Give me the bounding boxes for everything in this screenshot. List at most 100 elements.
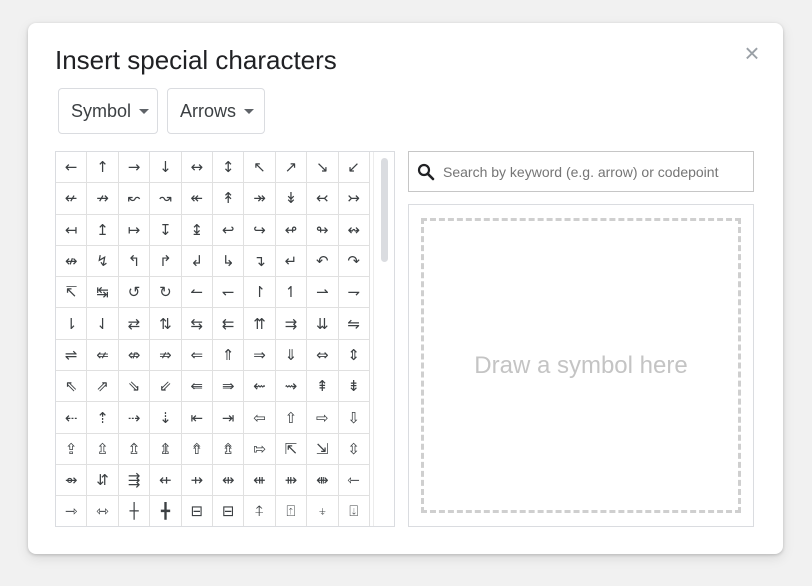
symbol-cell[interactable]: ⇔ <box>307 339 339 372</box>
symbol-cell[interactable]: ⇶ <box>118 464 151 497</box>
symbol-cell[interactable]: ⇂ <box>56 308 88 340</box>
draw-canvas[interactable]: Draw a symbol here <box>421 218 741 513</box>
symbol-cell[interactable]: ⇏ <box>150 339 182 372</box>
symbol-cell[interactable]: ⍏ <box>244 496 276 526</box>
symbol-cell[interactable]: ⇠ <box>56 402 88 434</box>
symbol-cell[interactable]: ⇙ <box>150 371 182 403</box>
symbol-cell[interactable]: ↣ <box>338 183 370 215</box>
symbol-cell[interactable]: ⇗ <box>87 371 119 403</box>
symbol-cell[interactable]: ↲ <box>181 245 213 278</box>
symbol-cell[interactable]: ⇈ <box>244 308 276 340</box>
symbol-cell[interactable]: ⇼ <box>307 464 339 497</box>
symbol-cell[interactable]: ⇹ <box>212 464 245 497</box>
symbol-cell[interactable]: ⇱ <box>275 433 308 465</box>
symbol-cell[interactable]: ↮ <box>56 245 88 278</box>
symbol-cell[interactable]: ↼ <box>181 277 213 309</box>
symbol-cell[interactable]: ⇐ <box>181 339 213 372</box>
symbol-cell[interactable]: ⇃ <box>87 308 119 340</box>
symbol-cell[interactable]: ↶ <box>307 245 339 278</box>
symbol-cell[interactable]: ⇫ <box>87 433 119 465</box>
symbol-cell[interactable]: ↤ <box>56 214 88 246</box>
symbol-cell[interactable]: ↾ <box>244 277 276 309</box>
symbol-cell[interactable]: ⇍ <box>87 339 119 372</box>
search-box[interactable] <box>408 151 754 192</box>
symbol-cell[interactable]: ┼ <box>119 496 151 526</box>
symbol-cell[interactable]: ⊟ <box>213 496 245 526</box>
symbol-cell[interactable]: ⇕ <box>338 339 370 372</box>
symbol-cell[interactable]: ⇰ <box>244 433 276 465</box>
subcategory-dropdown[interactable]: Arrows <box>167 88 265 134</box>
symbol-cell[interactable]: ⇪ <box>56 433 88 465</box>
symbol-cell[interactable]: ↖ <box>244 152 276 184</box>
symbol-cell[interactable]: ⇢ <box>118 402 151 434</box>
symbol-cell[interactable]: ⇌ <box>56 339 88 372</box>
symbol-cell[interactable]: ⇛ <box>212 371 245 403</box>
symbol-cell[interactable]: ↭ <box>338 214 370 246</box>
symbol-cell[interactable]: ↹ <box>87 277 119 309</box>
symbol-cell[interactable]: ↚ <box>56 183 88 215</box>
symbol-cell[interactable]: ⇊ <box>307 308 339 340</box>
symbol-cell[interactable]: ⇩ <box>338 402 370 434</box>
symbol-cell[interactable]: → <box>118 152 151 184</box>
symbol-cell[interactable]: ⇋ <box>338 308 370 340</box>
symbol-cell[interactable]: ↸ <box>56 277 88 309</box>
symbol-cell[interactable]: ↽ <box>212 277 245 309</box>
symbol-cell[interactable]: ↪ <box>244 214 276 246</box>
symbol-cell[interactable]: ⇬ <box>118 433 151 465</box>
symbol-cell[interactable]: ↫ <box>275 214 308 246</box>
symbol-cell[interactable]: ↷ <box>338 245 370 278</box>
symbol-cell[interactable]: ⇚ <box>181 371 213 403</box>
symbol-cell[interactable]: ↻ <box>150 277 182 309</box>
symbol-cell[interactable]: ↟ <box>212 183 245 215</box>
symbol-cell[interactable]: ⊟ <box>182 496 213 526</box>
symbol-cell[interactable]: ⇄ <box>118 308 151 340</box>
symbol-cell[interactable]: ⍖ <box>307 496 339 526</box>
symbol-cell[interactable]: ⇀ <box>307 277 339 309</box>
symbol-cell[interactable]: ⇵ <box>87 464 119 497</box>
symbol-cell[interactable]: ⇽ <box>338 464 370 497</box>
symbol-cell[interactable]: ⇇ <box>212 308 245 340</box>
symbol-cell[interactable]: ⇎ <box>118 339 151 372</box>
symbol-cell[interactable]: ⇜ <box>244 371 276 403</box>
symbol-cell[interactable]: ⇣ <box>150 402 182 434</box>
symbol-cell[interactable]: ⇞ <box>307 371 339 403</box>
symbol-cell[interactable]: ↨ <box>181 214 213 246</box>
symbol-cell[interactable]: ↯ <box>87 245 119 278</box>
symbol-cell[interactable]: ↺ <box>118 277 151 309</box>
symbol-cell[interactable]: ↙ <box>338 152 370 184</box>
scrollbar-thumb[interactable] <box>381 158 388 262</box>
symbol-cell[interactable]: ⇲ <box>307 433 339 465</box>
symbol-cell[interactable]: ⇸ <box>181 464 213 497</box>
symbol-cell[interactable]: ⇷ <box>150 464 182 497</box>
symbol-cell[interactable]: ↿ <box>275 277 308 309</box>
symbol-cell[interactable]: ↠ <box>244 183 276 215</box>
symbol-cell[interactable]: ↑ <box>87 152 119 184</box>
symbol-cell[interactable]: ↘ <box>307 152 339 184</box>
symbol-cell[interactable]: ⇾ <box>56 496 88 526</box>
symbol-cell[interactable]: ⇟ <box>338 371 370 403</box>
symbol-cell[interactable]: ⇝ <box>275 371 308 403</box>
symbol-grid-scrollbar[interactable] <box>373 152 394 526</box>
symbol-cell[interactable]: ⇖ <box>56 371 88 403</box>
symbol-cell[interactable]: ╋ <box>150 496 182 526</box>
category-dropdown[interactable]: Symbol <box>58 88 158 134</box>
symbol-cell[interactable]: ↱ <box>150 245 182 278</box>
symbol-cell[interactable]: ↝ <box>150 183 182 215</box>
symbol-cell[interactable]: ⇓ <box>275 339 308 372</box>
symbol-cell[interactable]: ⇁ <box>338 277 370 309</box>
symbol-cell[interactable]: ↵ <box>275 245 308 278</box>
symbol-cell[interactable]: ↛ <box>87 183 119 215</box>
symbol-cell[interactable]: ↰ <box>118 245 151 278</box>
symbol-cell[interactable]: ⇺ <box>244 464 276 497</box>
symbol-cell[interactable]: ↢ <box>307 183 339 215</box>
symbol-cell[interactable]: ⇻ <box>275 464 308 497</box>
symbol-cell[interactable]: ⇡ <box>87 402 119 434</box>
symbol-cell[interactable]: ⇭ <box>150 433 182 465</box>
symbol-cell[interactable]: ⇯ <box>212 433 245 465</box>
symbol-cell[interactable]: ↔ <box>181 152 213 184</box>
symbol-cell[interactable]: ⍗ <box>339 496 370 526</box>
symbol-cell[interactable]: ← <box>56 152 88 184</box>
symbol-cell[interactable]: ⇉ <box>275 308 308 340</box>
symbol-cell[interactable]: ↦ <box>118 214 151 246</box>
close-icon[interactable]: × <box>741 39 763 67</box>
